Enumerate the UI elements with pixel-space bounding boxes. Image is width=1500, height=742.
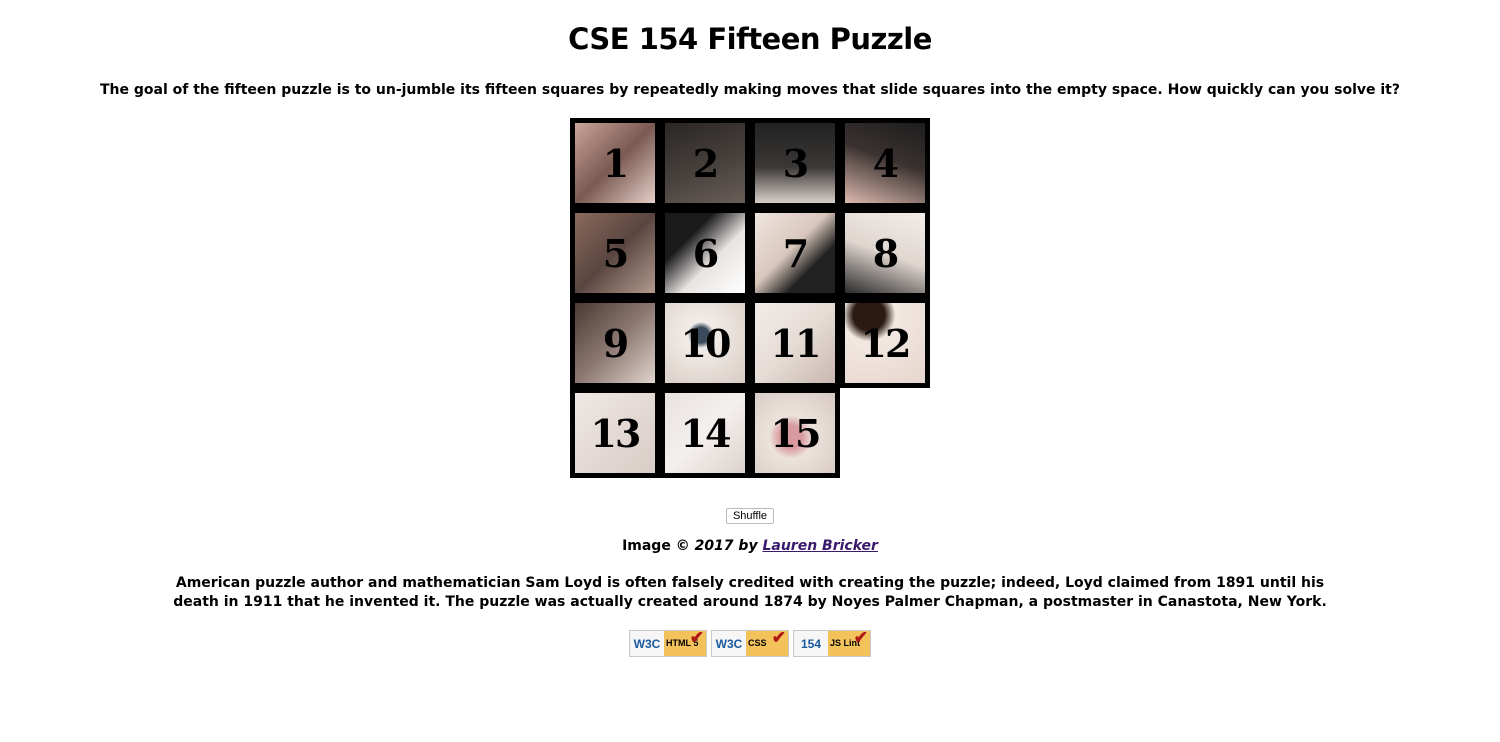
tile-number: 4 <box>872 140 899 186</box>
tile-number: 13 <box>590 410 642 456</box>
puzzle-tile-8[interactable]: 8 <box>840 208 930 298</box>
tile-number: 11 <box>770 320 822 366</box>
puzzle-tile-2[interactable]: 2 <box>660 118 750 208</box>
tile-number: 8 <box>872 230 899 276</box>
puzzle-tile-10[interactable]: 10 <box>660 298 750 388</box>
puzzle-area: 1 2 3 4 5 6 7 8 9 10 11 12 13 14 15 <box>570 118 930 478</box>
puzzle-tile-3[interactable]: 3 <box>750 118 840 208</box>
tile-number: 15 <box>770 410 822 456</box>
controls: Shuffle <box>0 504 1500 524</box>
tile-number: 14 <box>680 410 732 456</box>
puzzle-tile-13[interactable]: 13 <box>570 388 660 478</box>
image-credit: Image © 2017 by Lauren Bricker <box>0 538 1500 554</box>
puzzle-tile-9[interactable]: 9 <box>570 298 660 388</box>
page-title: CSE 154 Fifteen Puzzle <box>568 22 932 56</box>
w3c-css-badge[interactable]: W3C CSS ✔ <box>711 628 789 657</box>
credit-year-by: 2017 by <box>694 538 758 554</box>
tile-number: 7 <box>782 230 809 276</box>
tile-number: 6 <box>692 230 719 276</box>
badge-left-label: 154 <box>794 631 828 656</box>
tile-number: 10 <box>680 320 732 366</box>
w3c-html5-badge[interactable]: W3C HTML 5 ✔ <box>629 628 707 657</box>
puzzle-tile-12[interactable]: 12 <box>840 298 930 388</box>
credit-prefix: Image © <box>622 538 690 554</box>
checkmark-icon: ✔ <box>689 628 704 647</box>
puzzle-tile-14[interactable]: 14 <box>660 388 750 478</box>
puzzle-tile-5[interactable]: 5 <box>570 208 660 298</box>
badge-left-label: W3C <box>630 631 664 656</box>
puzzle-tile-11[interactable]: 11 <box>750 298 840 388</box>
badge-right-label: HTML 5 ✔ <box>664 628 706 656</box>
badge-left-label: W3C <box>712 631 746 656</box>
tile-number: 12 <box>860 320 912 366</box>
puzzle-tile-4[interactable]: 4 <box>840 118 930 208</box>
checkmark-icon: ✔ <box>853 628 868 647</box>
tile-number: 9 <box>602 320 629 366</box>
intro-text: The goal of the fifteen puzzle is to un-… <box>100 82 1400 98</box>
author-link[interactable]: Lauren Bricker <box>762 538 877 554</box>
tile-number: 2 <box>692 140 719 186</box>
tile-number: 3 <box>782 140 809 186</box>
puzzle-tile-6[interactable]: 6 <box>660 208 750 298</box>
puzzle-tile-1[interactable]: 1 <box>570 118 660 208</box>
badge-text: CSS <box>748 638 767 648</box>
jslint-badge[interactable]: 154 JS Lint ✔ <box>793 628 871 657</box>
checkmark-icon: ✔ <box>771 628 786 647</box>
puzzle-tile-15[interactable]: 15 <box>750 388 840 478</box>
page: CSE 154 Fifteen Puzzle The goal of the f… <box>0 0 1500 657</box>
history-text: American puzzle author and mathematician… <box>173 575 1327 610</box>
badge-right-label: CSS ✔ <box>746 628 788 656</box>
validator-badges: W3C HTML 5 ✔ W3C CSS ✔ 154 JS Lint ✔ <box>0 628 1500 657</box>
tile-number: 5 <box>602 230 629 276</box>
shuffle-button[interactable]: Shuffle <box>725 508 775 524</box>
puzzle-tile-7[interactable]: 7 <box>750 208 840 298</box>
badge-right-label: JS Lint ✔ <box>828 628 870 656</box>
tile-number: 1 <box>602 140 629 186</box>
